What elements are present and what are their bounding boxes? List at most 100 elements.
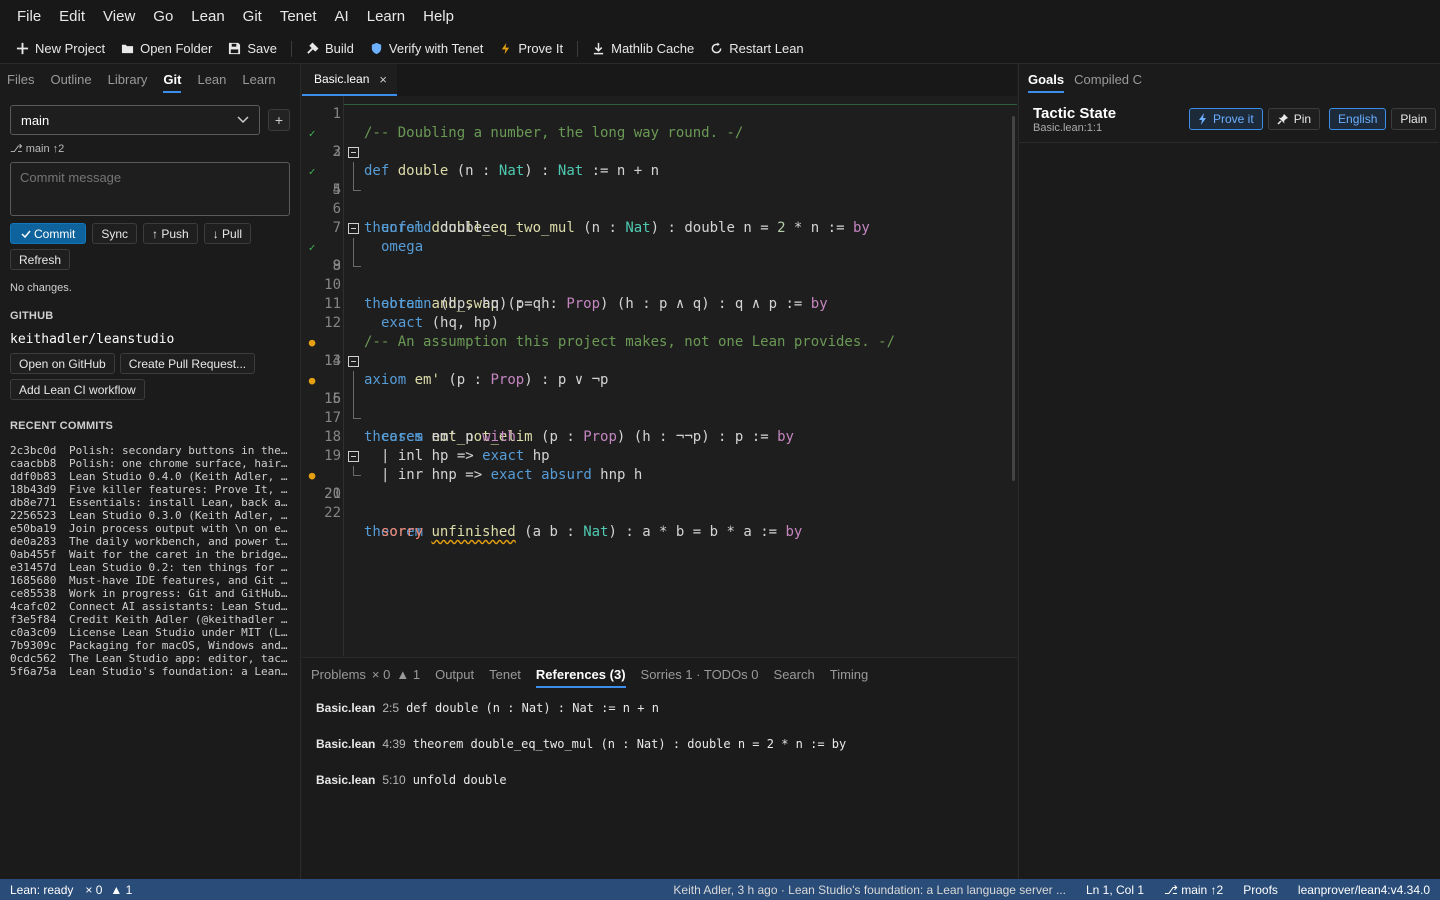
code-line: 11	[302, 276, 1017, 312]
tab-outline[interactable]: Outline	[50, 64, 98, 96]
sync-button[interactable]: Sync	[92, 223, 138, 244]
menu-learn[interactable]: Learn	[358, 0, 414, 34]
verify-label: Verify with Tenet	[388, 41, 484, 56]
commit-row[interactable]: 0ab455f Wait for the caret in the bridge …	[10, 548, 290, 561]
fold-toggle-icon[interactable]	[348, 356, 359, 367]
commit-button[interactable]: Commit	[10, 223, 87, 244]
reference-position: 4:39	[382, 737, 406, 751]
fold-toggle-icon[interactable]	[348, 223, 359, 234]
tab-references[interactable]: References (3)	[535, 658, 626, 692]
editor-scrollbar[interactable]	[1012, 116, 1015, 481]
editor-tab-basic[interactable]: Basic.lean ×	[302, 64, 397, 96]
commit-row[interactable]: 5f6a75a Lean Studio's foundation: a Lean …	[10, 665, 290, 678]
new-project-button[interactable]: New Project	[8, 36, 113, 62]
restart-lean-label: Restart Lean	[729, 41, 804, 56]
fold-toggle-icon[interactable]	[348, 147, 359, 158]
prove-it-button[interactable]: Prove It	[491, 36, 571, 62]
create-pr-button[interactable]: Create Pull Request...	[119, 353, 256, 374]
tab-output[interactable]: Output	[435, 658, 474, 692]
code-line: 14	[302, 333, 1017, 369]
commit-row[interactable]: 2c3bc0d Polish: secondary buttons in the …	[10, 444, 290, 457]
menu-help[interactable]: Help	[414, 0, 463, 34]
commit-message: Lean Studio 0.4.0 (Keith Adler, release)	[69, 470, 290, 483]
prove-it-goal-button[interactable]: Prove it	[1189, 108, 1263, 130]
commit-row[interactable]: de0a283 The daily workbench, and power to…	[10, 535, 290, 548]
add-workflow-button[interactable]: Add Lean CI workflow	[10, 379, 145, 400]
commit-row[interactable]: 4cafc02 Connect AI assistants: Lean Studi…	[10, 600, 290, 613]
menu-lean[interactable]: Lean	[182, 0, 233, 34]
commit-hash: caacbb8	[10, 457, 57, 470]
open-folder-button[interactable]: Open Folder	[113, 36, 220, 62]
english-toggle[interactable]: English	[1329, 108, 1387, 130]
code-editor[interactable]: 1 /-- Doubling a number, the long way ro…	[302, 96, 1017, 656]
tab-problems[interactable]: Problems	[311, 658, 366, 692]
menu-git[interactable]: Git	[234, 0, 271, 34]
commit-row[interactable]: caacbb8 Polish: one chrome surface, hairl…	[10, 457, 290, 470]
mathlib-cache-button[interactable]: Mathlib Cache	[584, 36, 702, 62]
commit-row[interactable]: c0a3c09 License Lean Studio under MIT (LI…	[10, 626, 290, 639]
fold-toggle-icon[interactable]	[348, 451, 359, 462]
close-icon[interactable]: ×	[379, 72, 387, 87]
commit-row[interactable]: 1685680 Must-have IDE features, and Git s…	[10, 574, 290, 587]
branch-select[interactable]: main	[10, 105, 260, 135]
menu-ai[interactable]: AI	[326, 0, 358, 34]
pull-button[interactable]: ↓ Pull	[203, 223, 252, 244]
commit-row[interactable]: 18b43d9 Five killer features: Prove It, a…	[10, 483, 290, 496]
commit-message: Join process output with \n on each line	[69, 522, 290, 535]
commit-row[interactable]: ddf0b83 Lean Studio 0.4.0 (Keith Adler, r…	[10, 470, 290, 483]
status-branch[interactable]: ⎇ main ↑2	[1154, 883, 1233, 897]
tab-goals[interactable]: Goals	[1028, 64, 1065, 96]
lean-status[interactable]: Lean: ready	[0, 883, 83, 897]
refresh-button[interactable]: Refresh	[10, 249, 71, 270]
code-line: ● 15 theorem not_not_elim (p : Prop) (h …	[302, 352, 1017, 445]
mathlib-cache-label: Mathlib Cache	[611, 41, 695, 56]
tab-library[interactable]: Library	[108, 64, 155, 96]
commit-row[interactable]: e31457d Lean Studio 0.2: ten things for u…	[10, 561, 290, 574]
commit-hash: 5f6a75a	[10, 665, 57, 678]
status-warning-count[interactable]: ▲ 1	[106, 883, 136, 897]
tab-learn[interactable]: Learn	[242, 64, 282, 96]
commit-row[interactable]: 2256523 Lean Studio 0.3.0 (Keith Adler, r…	[10, 509, 290, 522]
toolbar-divider	[577, 40, 579, 57]
commit-message: Polish: one chrome surface, hairline bor…	[69, 457, 290, 470]
reference-item[interactable]: Basic.lean 2:5 def double (n : Nat) : Na…	[316, 701, 659, 715]
tab-timing[interactable]: Timing	[830, 658, 869, 692]
menu-tenet[interactable]: Tenet	[271, 0, 326, 34]
restart-lean-button[interactable]: Restart Lean	[702, 36, 811, 62]
commit-row[interactable]: f3e5f84 Credit Keith Adler (@keithadler o…	[10, 613, 290, 626]
tab-git[interactable]: Git	[163, 64, 188, 96]
menu-file[interactable]: File	[8, 0, 50, 34]
commit-row[interactable]: 7b9309c Packaging for macOS, Windows and …	[10, 639, 290, 652]
tab-tenet[interactable]: Tenet	[489, 658, 521, 692]
menu-view[interactable]: View	[94, 0, 144, 34]
plain-toggle[interactable]: Plain	[1391, 108, 1437, 130]
proofs-status[interactable]: Proofs	[1233, 883, 1288, 897]
commit-row[interactable]: ce85538 Work in progress: Git and GitHub …	[10, 587, 290, 600]
reference-item[interactable]: Basic.lean 4:39 theorem double_eq_two_mu…	[316, 737, 846, 751]
commit-row[interactable]: db8e771 Essentials: install Lean, back an…	[10, 496, 290, 509]
tab-sorries[interactable]: Sorries 1 · TODOs 0	[641, 658, 759, 692]
reference-item[interactable]: Basic.lean 5:10 unfold double	[316, 773, 507, 787]
git-blame[interactable]: Keith Adler, 3 h ago · Lean Studio's fou…	[663, 883, 1076, 897]
commit-row[interactable]: e50ba19 Join process output with \n on ea…	[10, 522, 290, 535]
cursor-position[interactable]: Ln 1, Col 1	[1076, 883, 1154, 897]
save-button[interactable]: Save	[220, 36, 285, 62]
commit-row[interactable]: 0cdc562 The Lean Studio app: editor, tact…	[10, 652, 290, 665]
tab-search[interactable]: Search	[774, 658, 815, 692]
tab-compiled-c[interactable]: Compiled C	[1074, 64, 1142, 96]
toolchain-version[interactable]: leanprover/lean4:v4.34.0	[1288, 883, 1440, 897]
open-github-button[interactable]: Open on GitHub	[10, 353, 115, 374]
push-button[interactable]: ↑ Push	[143, 223, 198, 244]
pin-button[interactable]: Pin	[1267, 108, 1321, 130]
menu-go[interactable]: Go	[144, 0, 182, 34]
status-error-count[interactable]: × 0	[83, 883, 106, 897]
tab-lean[interactable]: Lean	[197, 64, 233, 96]
build-button[interactable]: Build	[298, 36, 362, 62]
commit-message: License Lean Studio under MIT (LICENSE)	[69, 626, 290, 639]
add-branch-button[interactable]: +	[268, 109, 290, 131]
editor-tab-bar: Basic.lean ×	[302, 64, 1017, 96]
commit-message-input[interactable]	[10, 162, 290, 216]
verify-tenet-button[interactable]: Verify with Tenet	[362, 36, 491, 62]
menu-edit[interactable]: Edit	[50, 0, 94, 34]
tab-files[interactable]: Files	[7, 64, 41, 96]
